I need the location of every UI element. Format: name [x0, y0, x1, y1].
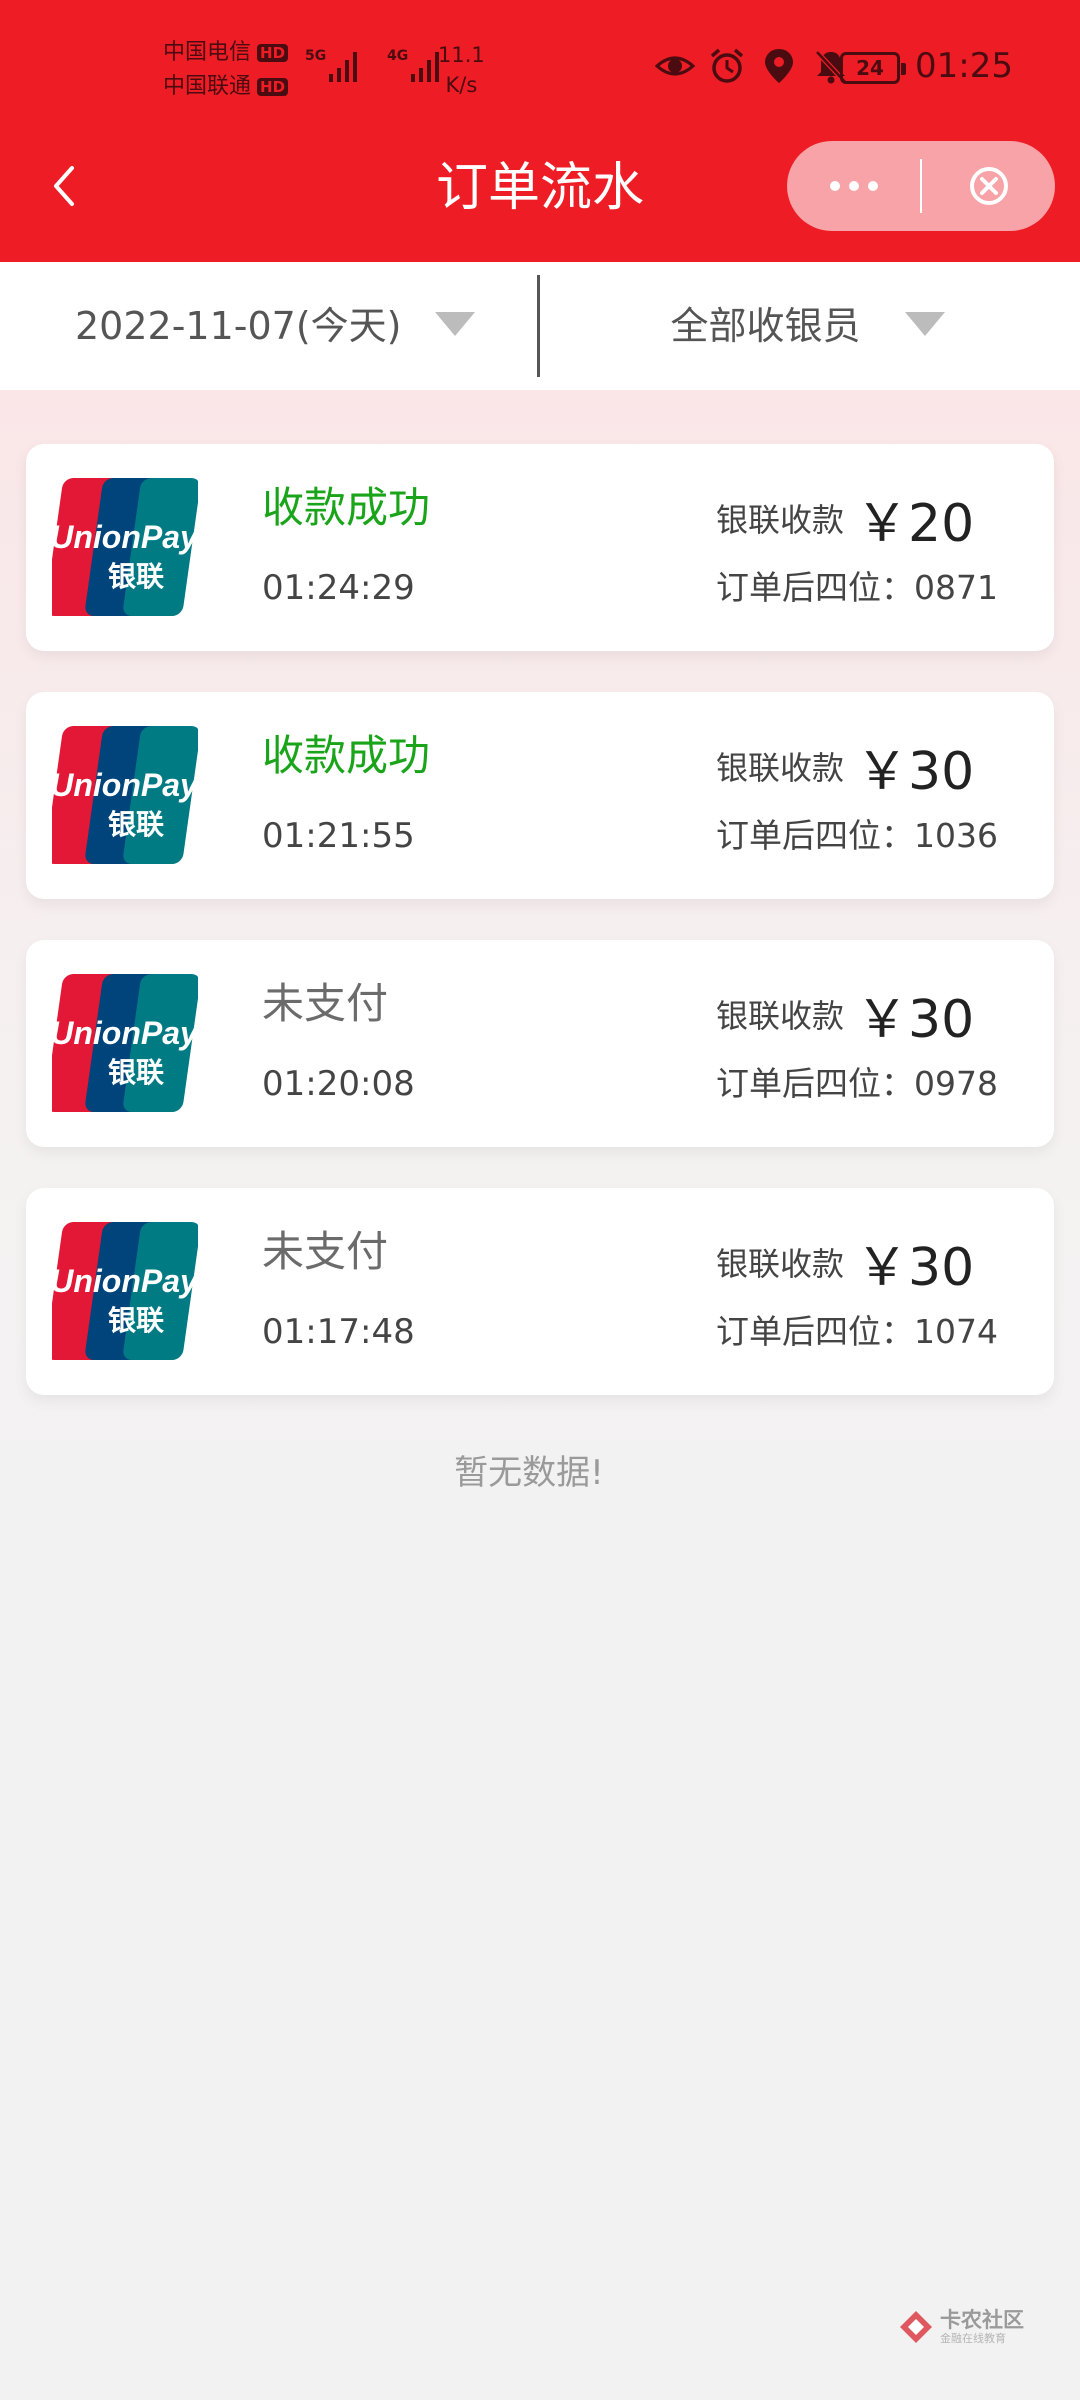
order-time: 01:20:08	[262, 1064, 415, 1104]
more-dots-icon	[848, 181, 859, 191]
signal-group: 5G 4G	[305, 46, 443, 86]
payment-status: 收款成功	[262, 731, 431, 780]
order-time: 01:21:55	[262, 816, 415, 856]
order-amount: ￥30	[856, 989, 975, 1050]
order-amount: ￥20	[856, 493, 975, 554]
cashier-filter-label: 全部收银员	[670, 304, 861, 348]
date-filter[interactable]: 2022-11-07(今天)	[0, 262, 537, 390]
more-button[interactable]	[787, 141, 920, 231]
carrier-line-2: 中国联通 HD	[163, 70, 289, 104]
carrier-name: 中国电信	[163, 40, 252, 65]
order-suffix-row: 订单后四位：0978	[716, 1062, 998, 1106]
unionpay-logo-text: UnionPay	[52, 1263, 198, 1299]
close-circle-icon	[969, 167, 1008, 205]
hd-badge: HD	[257, 44, 289, 62]
watermark: 卡农社区 金融在线教育	[898, 2308, 1024, 2346]
unionpay-logo-text: UnionPay	[52, 767, 198, 803]
order-card[interactable]: UnionPay 银联 未支付 01:20:08 银联收款 ￥30 订单后四位：…	[26, 940, 1054, 1147]
payment-method-label: 银联收款	[716, 501, 845, 539]
order-suffix-label: 订单后四位：	[716, 1312, 914, 1351]
order-suffix: 1074	[914, 1312, 998, 1351]
filter-bar: 2022-11-07(今天) 全部收银员	[0, 262, 1080, 390]
date-filter-label: 2022-11-07(今天)	[75, 304, 402, 348]
signal-5g: 5G	[305, 46, 361, 86]
signal-4g: 4G	[387, 46, 443, 86]
speed-value: 11.1	[438, 43, 485, 67]
eye-icon	[655, 56, 695, 76]
unionpay-logo-text: 银联	[108, 560, 164, 593]
order-suffix-label: 订单后四位：	[716, 1064, 914, 1103]
order-time: 01:17:48	[262, 1312, 415, 1352]
payment-method-row: 银联收款 ￥20	[716, 488, 974, 554]
mini-program-capsule	[787, 141, 1055, 231]
order-suffix: 0871	[914, 568, 998, 607]
order-amount: ￥30	[856, 1237, 975, 1298]
speed-unit: K/s	[445, 73, 478, 97]
battery-level: 24	[856, 56, 884, 80]
location-icon	[765, 49, 793, 83]
unionpay-logo-text: 银联	[108, 808, 164, 841]
close-button[interactable]	[922, 141, 1055, 231]
app-header: 中国电信 HD 中国联通 HD 5G 4G 11.1 K/s 24 01:25 …	[0, 0, 1080, 262]
status-icons	[655, 46, 851, 86]
chevron-left-icon	[54, 166, 74, 206]
carrier-line-1: 中国电信 HD	[163, 36, 289, 70]
unionpay-logo-text: 银联	[108, 1304, 164, 1337]
carrier-name: 中国联通	[163, 74, 252, 99]
payment-method-row: 银联收款 ￥30	[716, 1232, 974, 1298]
caret-down-icon	[905, 312, 946, 336]
unionpay-logo-text: 银联	[108, 1056, 164, 1089]
watermark-name: 卡农社区	[940, 2308, 1024, 2332]
carrier-info: 中国电信 HD 中国联通 HD	[163, 36, 289, 104]
no-more-data-text: 暂无数据!	[454, 1453, 604, 1493]
cashier-filter[interactable]: 全部收银员	[540, 262, 1080, 390]
payment-status: 未支付	[262, 979, 389, 1028]
watermark-logo-icon	[900, 2311, 932, 2343]
more-dots-icon	[867, 181, 878, 191]
network-speed: 11.1 K/s	[438, 40, 485, 100]
payment-method-label: 银联收款	[716, 1245, 845, 1283]
order-time: 01:24:29	[262, 568, 415, 608]
order-suffix-label: 订单后四位：	[716, 568, 914, 607]
payment-method-row: 银联收款 ￥30	[716, 736, 974, 802]
watermark-subtitle: 金融在线教育	[940, 2332, 1006, 2345]
back-button[interactable]	[36, 156, 96, 216]
payment-status: 收款成功	[262, 483, 431, 532]
order-card[interactable]: UnionPay 银联 收款成功 01:24:29 银联收款 ￥20 订单后四位…	[26, 444, 1054, 651]
unionpay-logo: UnionPay 银联	[45, 970, 201, 1116]
order-card[interactable]: UnionPay 银联 未支付 01:17:48 银联收款 ￥30 订单后四位：…	[26, 1188, 1054, 1395]
signal-bars-icon	[329, 52, 357, 82]
order-suffix-label: 订单后四位：	[716, 816, 914, 855]
payment-method-row: 银联收款 ￥30	[716, 984, 974, 1050]
order-suffix: 1036	[914, 816, 998, 855]
payment-method-label: 银联收款	[716, 749, 845, 787]
order-card[interactable]: UnionPay 银联 收款成功 01:21:55 银联收款 ￥30 订单后四位…	[26, 692, 1054, 899]
order-suffix-row: 订单后四位：1074	[716, 1310, 998, 1354]
order-list: UnionPay 银联 收款成功 01:24:29 银联收款 ￥20 订单后四位…	[26, 444, 1054, 1436]
status-clock: 01:25	[915, 46, 1013, 86]
order-suffix: 0978	[914, 1064, 998, 1103]
unionpay-logo: UnionPay 银联	[45, 1218, 201, 1364]
unionpay-logo: UnionPay 银联	[45, 474, 201, 620]
unionpay-logo-text: UnionPay	[52, 519, 198, 555]
order-amount: ￥30	[856, 741, 975, 802]
status-bar: 中国电信 HD 中国联通 HD 5G 4G 11.1 K/s 24 01:25	[0, 0, 1080, 140]
payment-status: 未支付	[262, 1227, 389, 1276]
order-suffix-row: 订单后四位：0871	[716, 566, 998, 610]
hd-badge: HD	[257, 78, 289, 96]
more-dots-icon	[829, 181, 840, 191]
payment-method-label: 银联收款	[716, 997, 845, 1035]
unionpay-logo-text: UnionPay	[52, 1015, 198, 1051]
unionpay-logo: UnionPay 银联	[45, 722, 201, 868]
alarm-icon	[710, 48, 744, 83]
order-suffix-row: 订单后四位：1036	[716, 814, 998, 858]
page-title: 订单流水	[435, 158, 644, 218]
battery-indicator: 24	[840, 52, 906, 84]
caret-down-icon	[435, 312, 475, 336]
